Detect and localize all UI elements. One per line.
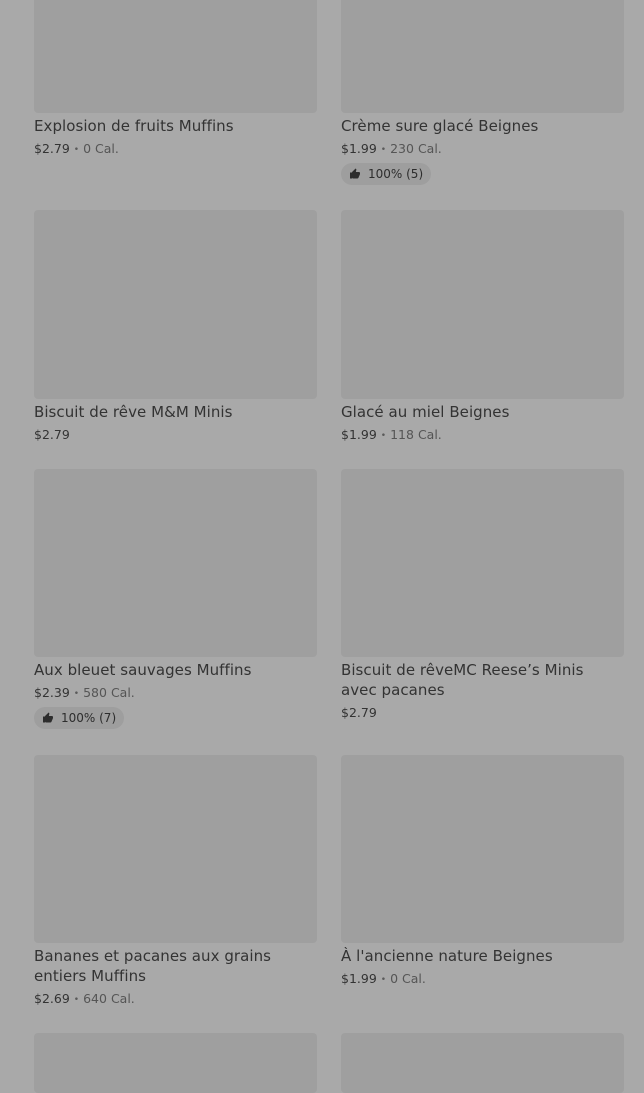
product-card[interactable]: Aux bleuet sauvages Muffins $2.39 • 580 Ca…: [34, 469, 317, 734]
product-image[interactable]: [341, 1033, 624, 1093]
product-calories: 118 Cal.: [390, 427, 442, 442]
product-card[interactable]: Explosion de fruits Muffins $2.79 • 0 Cal.: [34, 0, 317, 160]
product-title: Explosion de fruits Muffins: [34, 117, 234, 135]
product-title: Biscuit de rêveMC Reese’s Minis avec pac…: [341, 661, 584, 699]
product-meta: $1.99 • 118 Cal.: [341, 426, 442, 445]
product-meta: $2.39 • 580 Cal.: [34, 684, 135, 703]
product-calories: 230 Cal.: [390, 141, 442, 156]
product-meta: $1.99 • 230 Cal.: [341, 140, 442, 159]
product-image[interactable]: [34, 755, 317, 943]
product-title: Biscuit de rêve M&M Minis: [34, 403, 233, 421]
product-title: Glacé au miel Beignes: [341, 403, 510, 421]
separator-dot: •: [380, 145, 387, 155]
product-title: Crème sure glacé Beignes: [341, 117, 539, 135]
separator-dot: •: [73, 995, 80, 1005]
product-card[interactable]: [34, 1033, 317, 1093]
product-image[interactable]: [34, 0, 317, 113]
thumbs-up-icon: [349, 168, 361, 180]
product-calories: 0 Cal.: [83, 141, 119, 156]
product-card[interactable]: Glacé au miel Beignes $1.99 • 118 Cal.: [341, 210, 624, 445]
product-card[interactable]: À l'ancienne nature Beignes $1.99 • 0 Cal.: [341, 755, 624, 1015]
rating-text: 100% (5): [368, 167, 424, 181]
product-image[interactable]: [34, 210, 317, 399]
product-meta: $2.79: [341, 704, 377, 722]
product-price: $2.79: [341, 705, 377, 720]
product-image[interactable]: [341, 210, 624, 399]
rating-text: 100% (7): [61, 711, 117, 725]
product-meta: $2.79 • 0 Cal.: [34, 140, 119, 159]
product-card[interactable]: Crème sure glacé Beignes $1.99 • 230 Cal. …: [341, 0, 624, 190]
thumbs-up-icon: [42, 712, 54, 724]
product-price: $2.79: [34, 427, 70, 442]
product-meta: $1.99 • 0 Cal.: [341, 970, 426, 989]
product-meta: $2.69 • 640 Cal.: [34, 990, 135, 1009]
product-title: Bananes et pacanes aux grains entiers Mu…: [34, 947, 272, 985]
product-calories: 640 Cal.: [83, 991, 135, 1006]
product-image[interactable]: [341, 469, 624, 657]
product-price: $2.79: [34, 141, 70, 156]
separator-dot: •: [73, 689, 80, 699]
product-grid: Explosion de fruits Muffins $2.79 • 0 Cal.…: [0, 0, 644, 1093]
product-price: $2.39: [34, 685, 70, 700]
product-image[interactable]: [341, 0, 624, 113]
rating-badge: 100% (7): [34, 707, 125, 729]
product-calories: 580 Cal.: [83, 685, 135, 700]
product-card[interactable]: Biscuit de rêveMC Reese’s Minis avec pac…: [341, 469, 624, 734]
product-price: $1.99: [341, 141, 377, 156]
product-title: À l'ancienne nature Beignes: [341, 947, 553, 965]
separator-dot: •: [380, 975, 387, 985]
product-title: Aux bleuet sauvages Muffins: [34, 661, 252, 679]
rating-badge: 100% (5): [341, 163, 432, 185]
product-calories: 0 Cal.: [390, 971, 426, 986]
product-meta: $2.79: [34, 426, 70, 444]
product-card[interactable]: Bananes et pacanes aux grains entiers Mu…: [34, 755, 317, 1015]
product-price: $1.99: [341, 427, 377, 442]
separator-dot: •: [380, 431, 387, 441]
product-price: $1.99: [341, 971, 377, 986]
product-image[interactable]: [341, 755, 624, 943]
product-image[interactable]: [34, 469, 317, 657]
product-card[interactable]: [341, 1033, 624, 1093]
separator-dot: •: [73, 145, 80, 155]
product-card[interactable]: Biscuit de rêve M&M Minis $2.79: [34, 210, 317, 445]
product-price: $2.69: [34, 991, 70, 1006]
product-image[interactable]: [34, 1033, 317, 1093]
